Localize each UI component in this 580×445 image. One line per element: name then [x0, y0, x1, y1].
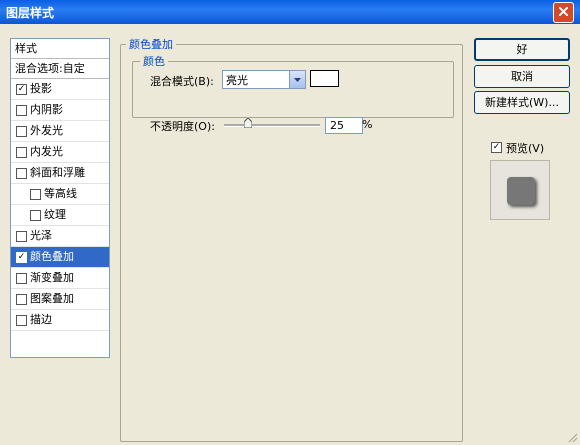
style-item[interactable]: 斜面和浮雕	[11, 163, 109, 184]
close-button[interactable]	[553, 2, 574, 23]
overlay-color-swatch[interactable]	[310, 70, 339, 87]
cancel-button[interactable]: 取消	[474, 65, 570, 88]
close-icon	[559, 7, 568, 16]
style-item-label: 纹理	[44, 208, 66, 221]
style-item[interactable]: 光泽	[11, 226, 109, 247]
opacity-slider-thumb[interactable]	[244, 118, 252, 128]
style-item-checkbox[interactable]	[30, 189, 41, 200]
style-item-label: 内阴影	[30, 103, 63, 116]
blend-mode-value: 亮光	[226, 74, 248, 87]
style-item-checkbox[interactable]	[16, 294, 27, 305]
style-item-label: 内发光	[30, 145, 63, 158]
opacity-unit: %	[362, 118, 373, 131]
style-item-label: 描边	[30, 313, 52, 326]
style-list: 样式 混合选项:自定 ✓ 投影 内阴影 外发光 内发光 斜面和浮雕 等高线 纹理 光泽 ✓ 颜色叠加…	[10, 38, 110, 358]
style-item[interactable]: 渐变叠加	[11, 268, 109, 289]
style-item-label: 渐变叠加	[30, 271, 74, 284]
opacity-label: 不透明度(O):	[150, 120, 215, 133]
style-item[interactable]: 描边	[11, 310, 109, 331]
style-item[interactable]: ✓ 投影	[11, 79, 109, 100]
preview-checkbox[interactable]: ✓	[491, 142, 502, 153]
style-item-checkbox[interactable]: ✓	[16, 84, 27, 95]
style-item-checkbox[interactable]	[30, 210, 41, 221]
resize-grip-icon[interactable]	[566, 431, 578, 443]
style-item[interactable]: 纹理	[11, 205, 109, 226]
style-item-label: 投影	[30, 82, 52, 95]
style-items: ✓ 投影 内阴影 外发光 内发光 斜面和浮雕 等高线 纹理 光泽 ✓ 颜色叠加 渐变叠加 图案叠加 描边	[11, 79, 109, 331]
style-item-checkbox[interactable]	[16, 231, 27, 242]
style-item-label: 外发光	[30, 124, 63, 137]
style-list-header[interactable]: 样式	[11, 39, 109, 59]
style-item[interactable]: 外发光	[11, 121, 109, 142]
style-item[interactable]: 等高线	[11, 184, 109, 205]
blend-mode-label: 混合模式(B):	[150, 75, 214, 88]
style-item-label: 斜面和浮雕	[30, 166, 85, 179]
preview-thumbnail	[507, 177, 535, 205]
style-item-checkbox[interactable]	[16, 273, 27, 284]
style-item[interactable]: 内阴影	[11, 100, 109, 121]
blend-options-item[interactable]: 混合选项:自定	[11, 59, 109, 79]
color-overlay-title: 颜色叠加	[126, 36, 176, 52]
blend-mode-select[interactable]: 亮光	[222, 70, 306, 89]
dialog-body: 样式 混合选项:自定 ✓ 投影 内阴影 外发光 内发光 斜面和浮雕 等高线 纹理 光泽 ✓ 颜色叠加…	[0, 24, 580, 445]
style-item-label: 颜色叠加	[30, 250, 74, 263]
color-subgroup-title: 颜色	[140, 53, 168, 69]
style-item[interactable]: 图案叠加	[11, 289, 109, 310]
style-item-checkbox[interactable]	[16, 315, 27, 326]
style-item[interactable]: 内发光	[11, 142, 109, 163]
style-item-checkbox[interactable]: ✓	[16, 252, 27, 263]
style-item-checkbox[interactable]	[16, 105, 27, 116]
new-style-button[interactable]: 新建样式(W)...	[474, 91, 570, 114]
chevron-down-icon[interactable]	[289, 71, 305, 88]
style-item-label: 等高线	[44, 187, 77, 200]
style-item[interactable]: ✓ 颜色叠加	[11, 247, 109, 268]
title-bar: 图层样式	[0, 0, 580, 24]
opacity-input[interactable]: 25	[325, 117, 363, 134]
ok-button[interactable]: 好	[474, 38, 570, 61]
style-item-checkbox[interactable]	[16, 147, 27, 158]
style-item-label: 光泽	[30, 229, 52, 242]
preview-label: 预览(V)	[506, 142, 545, 155]
style-item-checkbox[interactable]	[16, 126, 27, 137]
style-preview	[490, 160, 550, 220]
opacity-slider-track[interactable]	[224, 124, 320, 127]
style-item-checkbox[interactable]	[16, 168, 27, 179]
style-item-label: 图案叠加	[30, 292, 74, 305]
window-title: 图层样式	[6, 6, 55, 20]
